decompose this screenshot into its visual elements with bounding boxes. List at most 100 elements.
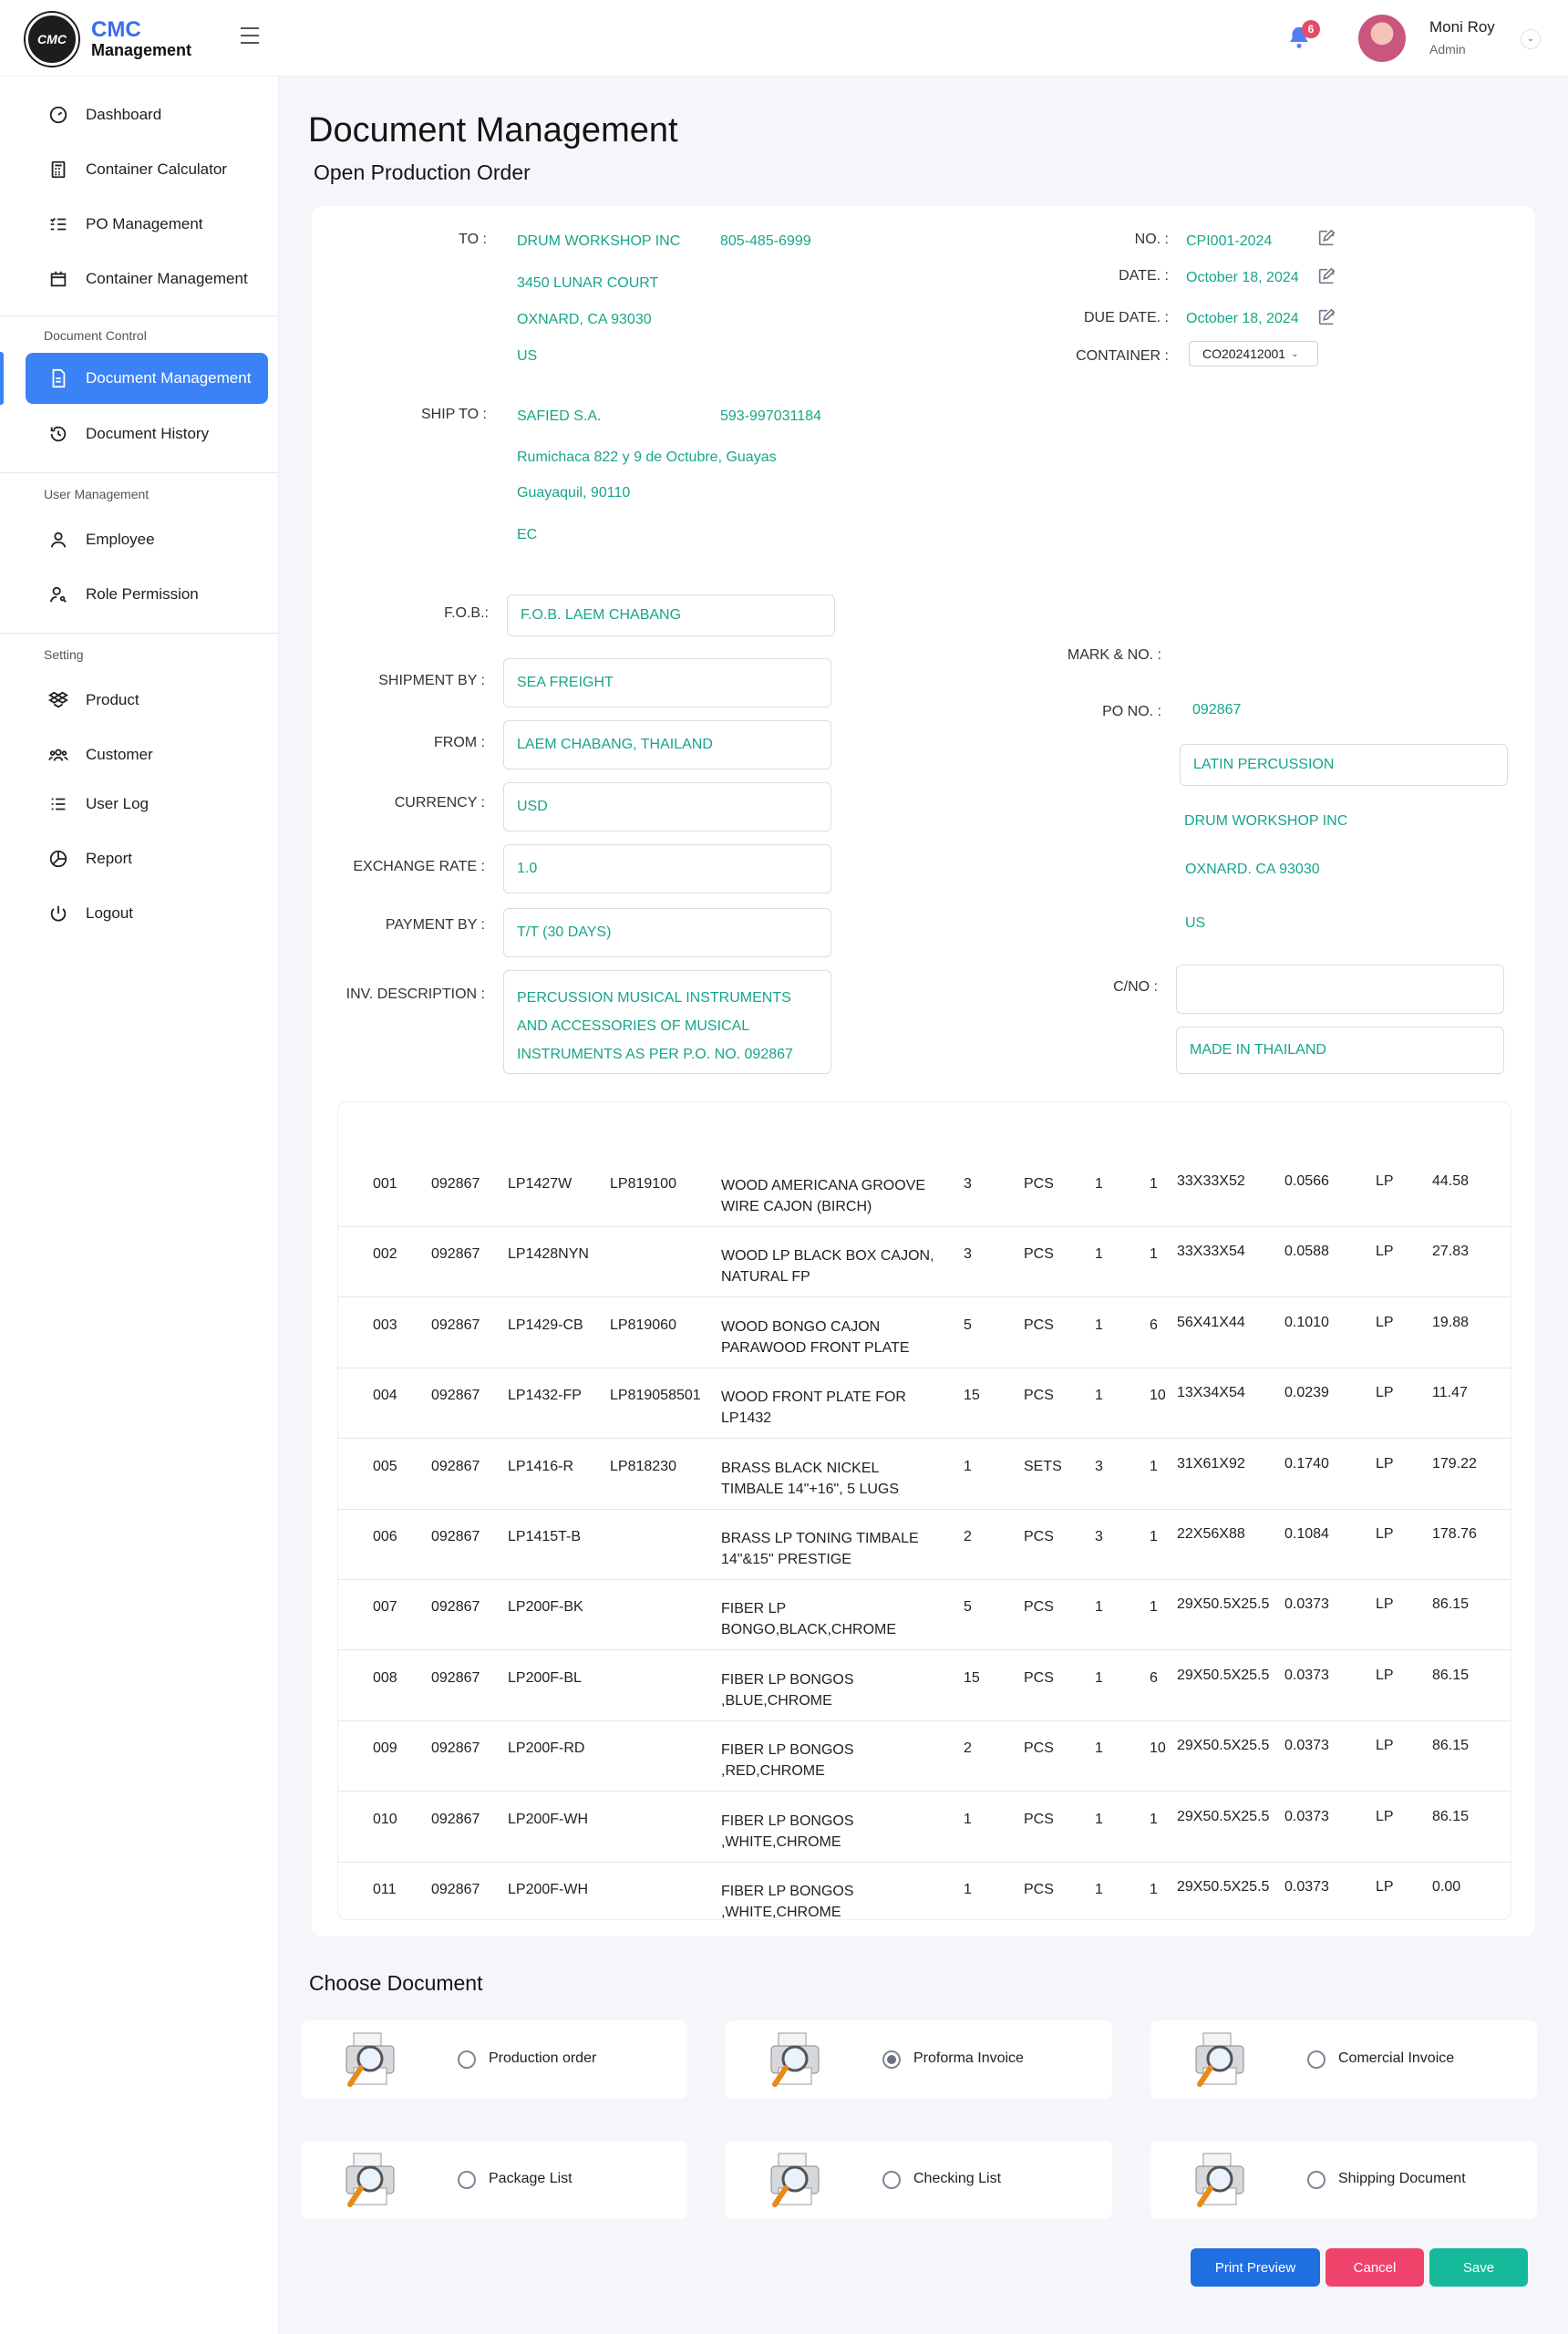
table-row[interactable]: 006 092867 LP1415T-B BRASS LP TONING TIMBAL…	[338, 1510, 1511, 1580]
sidebar-item-customer[interactable]: Customer	[26, 729, 268, 780]
sidebar-item-label: Container Management	[86, 270, 248, 287]
container-select[interactable]: CO202412001 ⌄	[1189, 341, 1318, 367]
cell-a: 1	[1095, 1599, 1103, 1616]
edit-icon[interactable]	[1316, 307, 1336, 327]
cell-description-line-2: BONGO,BLACK,CHROME	[721, 1622, 897, 1638]
document-option-1[interactable]: Proforma Invoice	[726, 2020, 1112, 2099]
sidebar-item-container-management[interactable]: Container Management	[26, 253, 268, 305]
sidebar-item-product[interactable]: Product	[26, 675, 268, 726]
table-row[interactable]: 010 092867 LP200F-WH FIBER LP BONGOS ,WHITE,…	[338, 1792, 1511, 1863]
table-row[interactable]: 009 092867 LP200F-RD FIBER LP BONGOS ,RED,CH…	[338, 1721, 1511, 1792]
cancel-button[interactable]: Cancel	[1326, 2248, 1424, 2287]
inv-line-1: PERCUSSION MUSICAL INSTRUMENTS	[517, 990, 791, 1006]
mark-input[interactable]: LATIN PERCUSSION	[1180, 744, 1508, 786]
radio-button[interactable]	[882, 2050, 901, 2069]
cell-description: FIBER LP BONGOS ,RED,CHROME	[721, 1740, 949, 1781]
document-option-5[interactable]: Shipping Document	[1150, 2141, 1537, 2219]
sidebar-item-dashboard[interactable]: Dashboard	[26, 89, 268, 140]
sidebar-item-report[interactable]: Report	[26, 833, 268, 884]
radio-button[interactable]	[882, 2171, 901, 2189]
sidebar-item-user-log[interactable]: User Log	[26, 779, 268, 830]
mark-line-3: US	[1185, 915, 1206, 931]
cell-cbm: 0.0373	[1284, 1879, 1329, 1895]
cell-cbm: 0.0373	[1284, 1808, 1329, 1824]
table-row[interactable]: 003 092867 LP1429-CB LP819060 WOOD BONGO CAJ…	[338, 1298, 1511, 1368]
fob-input[interactable]: F.O.B. LAEM CHABANG	[507, 594, 835, 636]
document-option-2[interactable]: Comercial Invoice	[1150, 2020, 1537, 2099]
history-icon	[47, 423, 69, 445]
radio-button[interactable]	[1307, 2050, 1326, 2069]
from-input[interactable]: LAEM CHABANG, THAILAND	[503, 720, 831, 769]
cell-dim: 29X50.5X25.5	[1177, 1879, 1270, 1895]
payment-input[interactable]: T/T (30 DAYS)	[503, 908, 831, 957]
edit-icon[interactable]	[1316, 266, 1336, 286]
ship-to-label: SHIP TO :	[420, 407, 487, 422]
cell-item: LP200F-WH	[508, 1882, 589, 1897]
cell-description-line-1: FIBER LP BONGOS	[721, 1742, 854, 1759]
radio-button[interactable]	[458, 2050, 476, 2069]
menu-toggle-icon[interactable]	[241, 27, 261, 47]
brand-logo[interactable]: CMC CMC Management	[26, 13, 191, 66]
cell-b: 6	[1150, 1669, 1158, 1686]
print-preview-button[interactable]: Print Preview	[1191, 2248, 1320, 2287]
sidebar-item-document-management[interactable]: Document Management	[26, 353, 268, 404]
exchange-rate-value: 1.0	[517, 861, 538, 876]
sidebar-item-po-management[interactable]: PO Management	[26, 199, 268, 250]
sidebar-item-logout[interactable]: Logout	[26, 888, 268, 939]
inv-description-input[interactable]: PERCUSSION MUSICAL INSTRUMENTS AND ACCES…	[503, 970, 831, 1074]
cell-description-line-1: FIBER LP BONGOS	[721, 1884, 854, 1899]
table-row[interactable]: 004 092867 LP1432-FP LP819058501 WOOD FRONT …	[338, 1368, 1511, 1440]
cell-unit: PCS	[1024, 1176, 1054, 1192]
no-label: NO. :	[1134, 232, 1169, 247]
table-row[interactable]: 001 092867 LP1427W LP819100 WOOD AMERICANA G…	[338, 1157, 1511, 1227]
radio-button[interactable]	[458, 2171, 476, 2189]
cell-code: LP819058501	[610, 1388, 701, 1404]
cno-input[interactable]	[1176, 965, 1504, 1014]
cell-b: 6	[1150, 1317, 1158, 1333]
avatar[interactable]	[1358, 15, 1406, 62]
inv-description-label: INV. DESCRIPTION :	[346, 986, 485, 1002]
table-row[interactable]: 008 092867 LP200F-BL FIBER LP BONGOS ,BLUE,C…	[338, 1651, 1511, 1721]
cell-item: LP1415T-B	[508, 1529, 582, 1544]
table-row[interactable]: 007 092867 LP200F-BK FIBER LP BONGO,BLACK,CH…	[338, 1580, 1511, 1651]
cell-description: FIBER LP BONGOS ,BLUE,CHROME	[721, 1669, 949, 1711]
cell-b: 1	[1150, 1882, 1158, 1897]
currency-input[interactable]: USD	[503, 782, 831, 831]
cell-price: 27.83	[1432, 1244, 1470, 1260]
cell-po: 092867	[431, 1599, 480, 1616]
document-option-0[interactable]: Production order	[301, 2020, 687, 2099]
cell-cbm: 0.0588	[1284, 1244, 1329, 1260]
table-row[interactable]: 002 092867 LP1428NYN WOOD LP BLACK BOX CAJO…	[338, 1227, 1511, 1298]
cell-dim: 56X41X44	[1177, 1314, 1245, 1330]
cell-description-line-1: WOOD FRONT PLATE FOR	[721, 1389, 906, 1406]
sidebar-item-label: Report	[86, 850, 133, 867]
save-button[interactable]: Save	[1429, 2248, 1528, 2287]
sidebar-item-role-permission[interactable]: Role Permission	[26, 569, 268, 620]
exchange-rate-input[interactable]: 1.0	[503, 844, 831, 893]
sidebar-item-employee[interactable]: Employee	[26, 514, 268, 565]
document-option-3[interactable]: Package List	[301, 2141, 687, 2219]
radio-button[interactable]	[1307, 2171, 1326, 2189]
cell-a: 1	[1095, 1246, 1103, 1263]
sidebar: Dashboard Container Calculator PO Manage…	[0, 77, 279, 2334]
cell-brand: LP	[1376, 1808, 1394, 1824]
document-option-4[interactable]: Checking List	[726, 2141, 1112, 2219]
shipment-input[interactable]: SEA FREIGHT	[503, 658, 831, 707]
sidebar-item-container-calculator[interactable]: Container Calculator	[26, 144, 268, 195]
made-in-input[interactable]: MADE IN THAILAND	[1176, 1027, 1504, 1074]
cell-b: 1	[1150, 1529, 1158, 1544]
sidebar-item-document-history[interactable]: Document History	[26, 408, 268, 460]
cell-brand: LP	[1376, 1879, 1394, 1895]
cell-brand: LP	[1376, 1173, 1394, 1189]
cell-cbm: 0.0239	[1284, 1385, 1329, 1401]
container-select-value: CO202412001	[1202, 346, 1286, 361]
cell-description-line-1: WOOD AMERICANA GROOVE	[721, 1178, 926, 1193]
chevron-down-icon[interactable]: ⌄	[1521, 29, 1541, 49]
cell-unit: SETS	[1024, 1458, 1062, 1474]
table-row[interactable]: 011 092867 LP200F-WH FIBER LP BONGOS ,WHITE,…	[338, 1863, 1511, 1919]
cell-po: 092867	[431, 1317, 480, 1333]
table-row[interactable]: 005 092867 LP1416-R LP818230 BRASS BLACK NIC…	[338, 1440, 1511, 1510]
cell-price: 179.22	[1432, 1455, 1477, 1472]
edit-icon[interactable]	[1316, 228, 1336, 248]
cell-qty: 5	[964, 1599, 972, 1616]
